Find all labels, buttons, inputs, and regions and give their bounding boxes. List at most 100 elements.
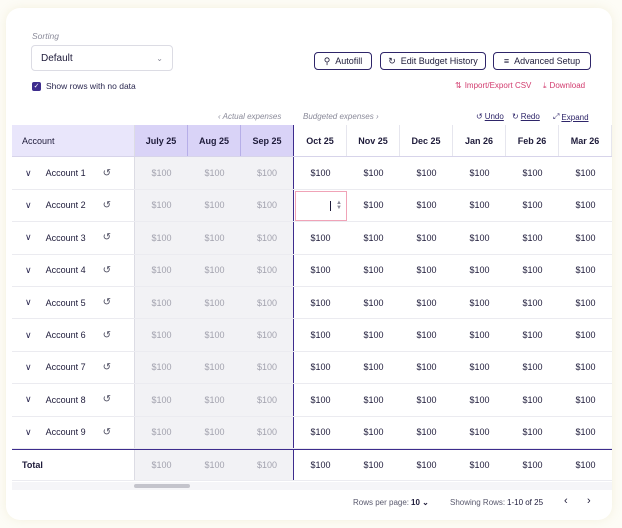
value-cell[interactable]: $100 (294, 352, 347, 383)
value-cell[interactable]: $100 (400, 190, 453, 221)
value-cell[interactable]: $100 (453, 190, 506, 221)
chevron-down-icon[interactable]: ∨ (25, 362, 32, 373)
value-cell[interactable]: $100 (347, 157, 400, 188)
advanced-setup-button[interactable]: ≡ Advanced Setup (493, 52, 591, 70)
value-cell[interactable]: $100 (559, 287, 612, 318)
value-cell[interactable]: $100 (400, 255, 453, 286)
value-cell[interactable]: $100 (400, 157, 453, 188)
reset-icon[interactable]: ↺ (103, 200, 111, 211)
value-cell[interactable]: $100 (453, 384, 506, 415)
value-cell[interactable]: $100 (347, 384, 400, 415)
value-cell[interactable]: $100 (506, 190, 559, 221)
value-cell[interactable]: $100 (294, 450, 347, 480)
value-cell[interactable]: $100 (347, 352, 400, 383)
value-cell[interactable]: $100 (506, 352, 559, 383)
import-export-link[interactable]: ⇅ Import/Export CSV (455, 81, 531, 90)
reset-icon[interactable]: ↺ (103, 427, 111, 438)
previous-page-button[interactable]: ‹ (564, 495, 568, 507)
value-cell[interactable]: $100 (347, 319, 400, 350)
account-cell: ∨ Account 8 ↺ (12, 384, 135, 416)
value-cell[interactable]: $100 (347, 222, 400, 253)
value-input[interactable]: ▲ ▼ (295, 190, 347, 221)
show-empty-rows-toggle[interactable]: ✓ Show rows with no data (32, 81, 136, 91)
value-cell[interactable]: $100 (506, 255, 559, 286)
value-cell[interactable]: $100 (453, 157, 506, 188)
value-cell[interactable]: $100 (453, 255, 506, 286)
undo-button[interactable]: ↺ Undo (476, 112, 504, 121)
rows-per-page-select[interactable]: 10 ⌄ (411, 498, 429, 507)
horizontal-scrollbar-thumb[interactable] (134, 484, 190, 488)
value-cell[interactable]: $100 (559, 417, 612, 448)
value-cell[interactable]: $100 (347, 417, 400, 448)
chevron-down-icon[interactable]: ∨ (25, 330, 32, 341)
actual-expenses-nav[interactable]: ‹ Actual expenses (218, 112, 281, 121)
value-cell[interactable]: $100 (347, 255, 400, 286)
value-cell[interactable]: $100 (400, 287, 453, 318)
reset-icon[interactable]: ↺ (103, 265, 111, 276)
value-cell[interactable]: $100 (453, 417, 506, 448)
value-cell[interactable]: $100 (400, 384, 453, 415)
value-cell[interactable]: $100 (294, 222, 347, 253)
reset-icon[interactable]: ↺ (103, 394, 111, 405)
value-cell[interactable]: $100 (294, 287, 347, 318)
chevron-down-icon[interactable]: ∨ (25, 200, 32, 211)
chevron-down-icon[interactable]: ∨ (25, 232, 32, 243)
reset-icon[interactable]: ↺ (103, 362, 111, 373)
budgeted-expenses-nav[interactable]: Budgeted expenses › (303, 112, 379, 121)
value-cell[interactable]: $100 (453, 352, 506, 383)
download-link[interactable]: ⤓ Download (543, 81, 585, 91)
value-cell[interactable]: $100 (453, 450, 506, 480)
reset-icon[interactable]: ↺ (103, 330, 111, 341)
value-cell[interactable]: $100 (506, 222, 559, 253)
value-cell[interactable]: $100 (400, 222, 453, 253)
value-cell[interactable]: $100 (400, 450, 453, 480)
chevron-down-icon[interactable]: ∨ (25, 265, 32, 276)
value-cell[interactable]: $100 (453, 319, 506, 350)
value-cell[interactable]: $100 (400, 319, 453, 350)
value-cell[interactable]: $100 (506, 157, 559, 188)
autofill-button[interactable]: ⚲ Autofill (314, 52, 372, 70)
sorting-select[interactable]: Default ⌄ (31, 45, 173, 71)
value-cell[interactable]: $100 (294, 255, 347, 286)
checkbox-checked-icon[interactable]: ✓ (32, 81, 41, 91)
value-cell[interactable]: $100 (559, 157, 612, 188)
chevron-down-icon[interactable]: ∨ (25, 168, 32, 179)
value-cell[interactable]: $100 (559, 319, 612, 350)
value-cell[interactable]: $100 (559, 352, 612, 383)
reset-icon[interactable]: ↺ (103, 297, 111, 308)
value-cell[interactable]: $100 (506, 417, 559, 448)
value-cell[interactable]: $100 (506, 384, 559, 415)
value-cell[interactable]: $100 (453, 287, 506, 318)
value-cell[interactable]: $100 (347, 287, 400, 318)
expand-button[interactable]: ⤢ Expand (553, 112, 589, 122)
edit-budget-history-button[interactable]: ↻ Edit Budget History (380, 52, 486, 70)
value-cell[interactable]: $100 (506, 319, 559, 350)
value-cell[interactable]: ▲ ▼ (294, 190, 347, 221)
value-cell: $100 (188, 319, 241, 351)
chevron-down-icon[interactable]: ∨ (25, 427, 32, 438)
horizontal-scroll-track[interactable] (12, 482, 612, 490)
chevron-down-icon[interactable]: ∨ (25, 394, 32, 405)
value-cell[interactable]: $100 (347, 450, 400, 480)
value-cell[interactable]: $100 (559, 450, 612, 480)
value-cell[interactable]: $100 (294, 417, 347, 448)
value-cell[interactable]: $100 (400, 352, 453, 383)
value-cell[interactable]: $100 (559, 190, 612, 221)
value-cell[interactable]: $100 (506, 450, 559, 480)
value-cell[interactable]: $100 (400, 417, 453, 448)
value-cell[interactable]: $100 (294, 384, 347, 415)
value-cell[interactable]: $100 (294, 319, 347, 350)
value-cell[interactable]: $100 (559, 222, 612, 253)
value-cell[interactable]: $100 (294, 157, 347, 188)
redo-button[interactable]: ↻ Redo (512, 112, 540, 121)
stepper-icon[interactable]: ▲ ▼ (336, 200, 342, 211)
value-cell[interactable]: $100 (559, 384, 612, 415)
next-page-button[interactable]: › (587, 495, 591, 507)
value-cell[interactable]: $100 (506, 287, 559, 318)
chevron-down-icon[interactable]: ∨ (25, 297, 32, 308)
value-cell[interactable]: $100 (347, 190, 400, 221)
reset-icon[interactable]: ↺ (103, 168, 111, 179)
value-cell[interactable]: $100 (453, 222, 506, 253)
reset-icon[interactable]: ↺ (103, 232, 111, 243)
value-cell[interactable]: $100 (559, 255, 612, 286)
